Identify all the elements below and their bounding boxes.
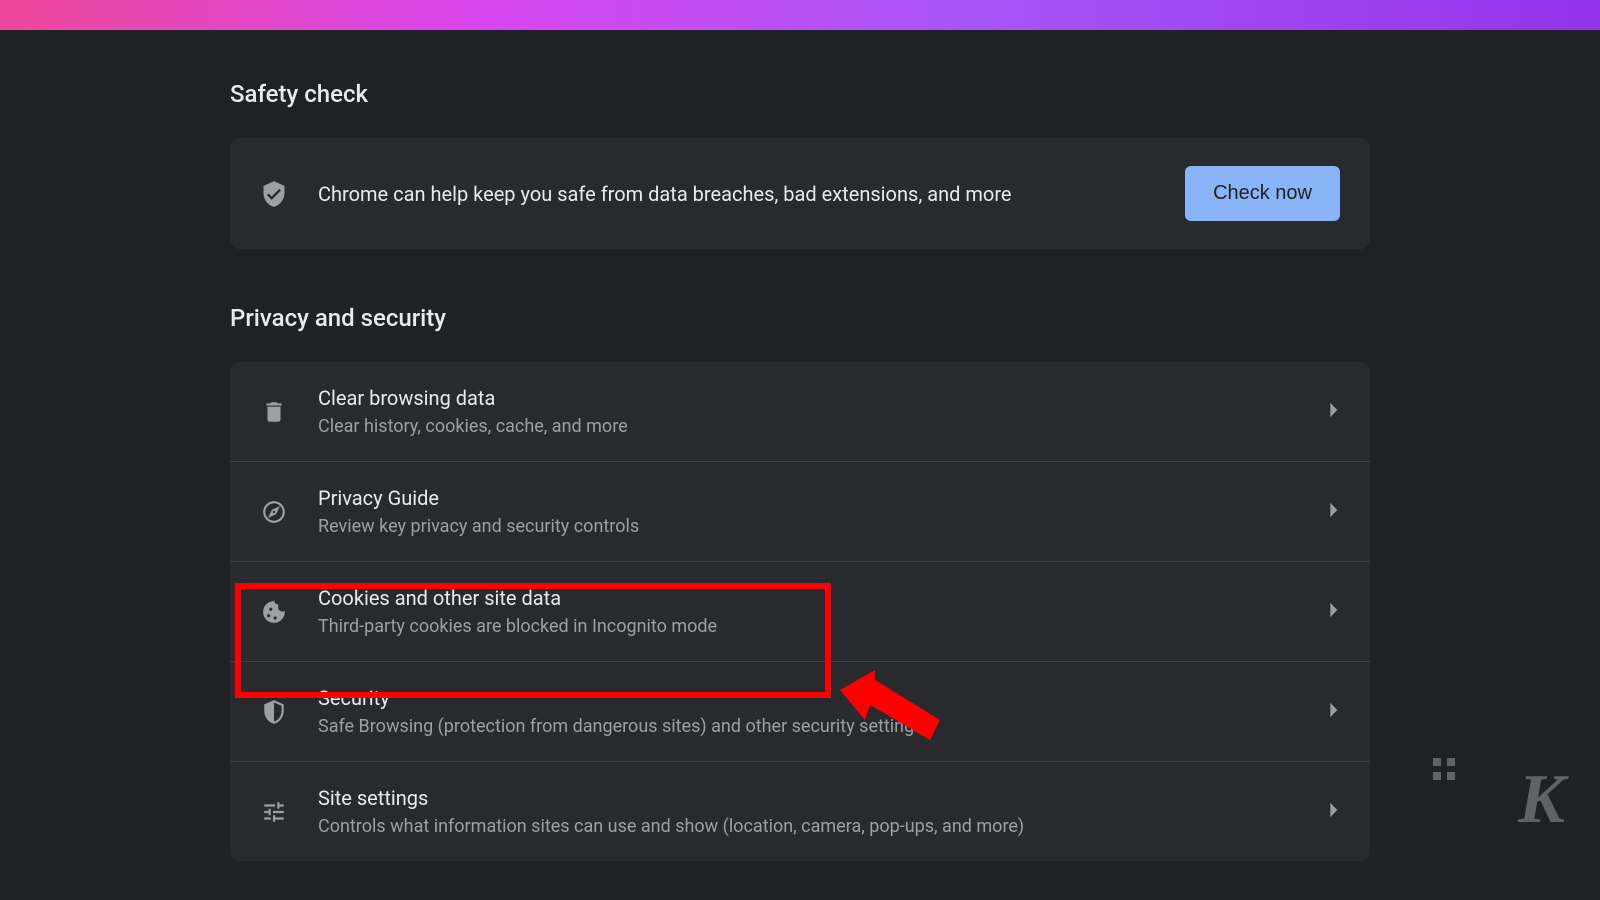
- chevron-right-icon: [1330, 803, 1340, 821]
- item-title: Privacy Guide: [318, 486, 1300, 510]
- item-subtitle: Clear history, cookies, cache, and more: [318, 416, 1300, 437]
- chevron-right-icon: [1330, 503, 1340, 521]
- cookies-site-data-item[interactable]: Cookies and other site data Third-party …: [230, 562, 1370, 662]
- top-gradient-bar: [0, 0, 1600, 30]
- safety-check-title: Safety check: [230, 80, 1370, 108]
- item-text: Clear browsing data Clear history, cooki…: [318, 386, 1300, 437]
- clear-browsing-data-item[interactable]: Clear browsing data Clear history, cooki…: [230, 362, 1370, 462]
- privacy-security-list: Clear browsing data Clear history, cooki…: [230, 362, 1370, 861]
- shield-check-icon: [260, 180, 288, 208]
- site-settings-item[interactable]: Site settings Controls what information …: [230, 762, 1370, 861]
- privacy-security-title: Privacy and security: [230, 304, 1370, 332]
- compass-icon: [260, 498, 288, 526]
- item-subtitle: Controls what information sites can use …: [318, 816, 1300, 837]
- check-now-button[interactable]: Check now: [1185, 166, 1340, 221]
- safety-check-card: Chrome can help keep you safe from data …: [230, 138, 1370, 249]
- item-title: Cookies and other site data: [318, 586, 1300, 610]
- chevron-right-icon: [1330, 703, 1340, 721]
- tune-icon: [260, 798, 288, 826]
- item-subtitle: Third-party cookies are blocked in Incog…: [318, 616, 1300, 637]
- item-text: Privacy Guide Review key privacy and sec…: [318, 486, 1300, 537]
- privacy-guide-item[interactable]: Privacy Guide Review key privacy and sec…: [230, 462, 1370, 562]
- item-title: Security: [318, 686, 1300, 710]
- item-subtitle: Review key privacy and security controls: [318, 516, 1300, 537]
- chevron-right-icon: [1330, 603, 1340, 621]
- chevron-right-icon: [1330, 403, 1340, 421]
- item-text: Site settings Controls what information …: [318, 786, 1300, 837]
- item-title: Site settings: [318, 786, 1300, 810]
- item-text: Cookies and other site data Third-party …: [318, 586, 1300, 637]
- item-subtitle: Safe Browsing (protection from dangerous…: [318, 716, 1300, 737]
- trash-icon: [260, 398, 288, 426]
- security-item[interactable]: Security Safe Browsing (protection from …: [230, 662, 1370, 762]
- item-title: Clear browsing data: [318, 386, 1300, 410]
- item-text: Security Safe Browsing (protection from …: [318, 686, 1300, 737]
- cookie-icon: [260, 598, 288, 626]
- watermark-logo: K: [1518, 760, 1565, 840]
- safety-check-description: Chrome can help keep you safe from data …: [318, 182, 1155, 206]
- shield-icon: [260, 698, 288, 726]
- watermark-dots: [1433, 758, 1455, 780]
